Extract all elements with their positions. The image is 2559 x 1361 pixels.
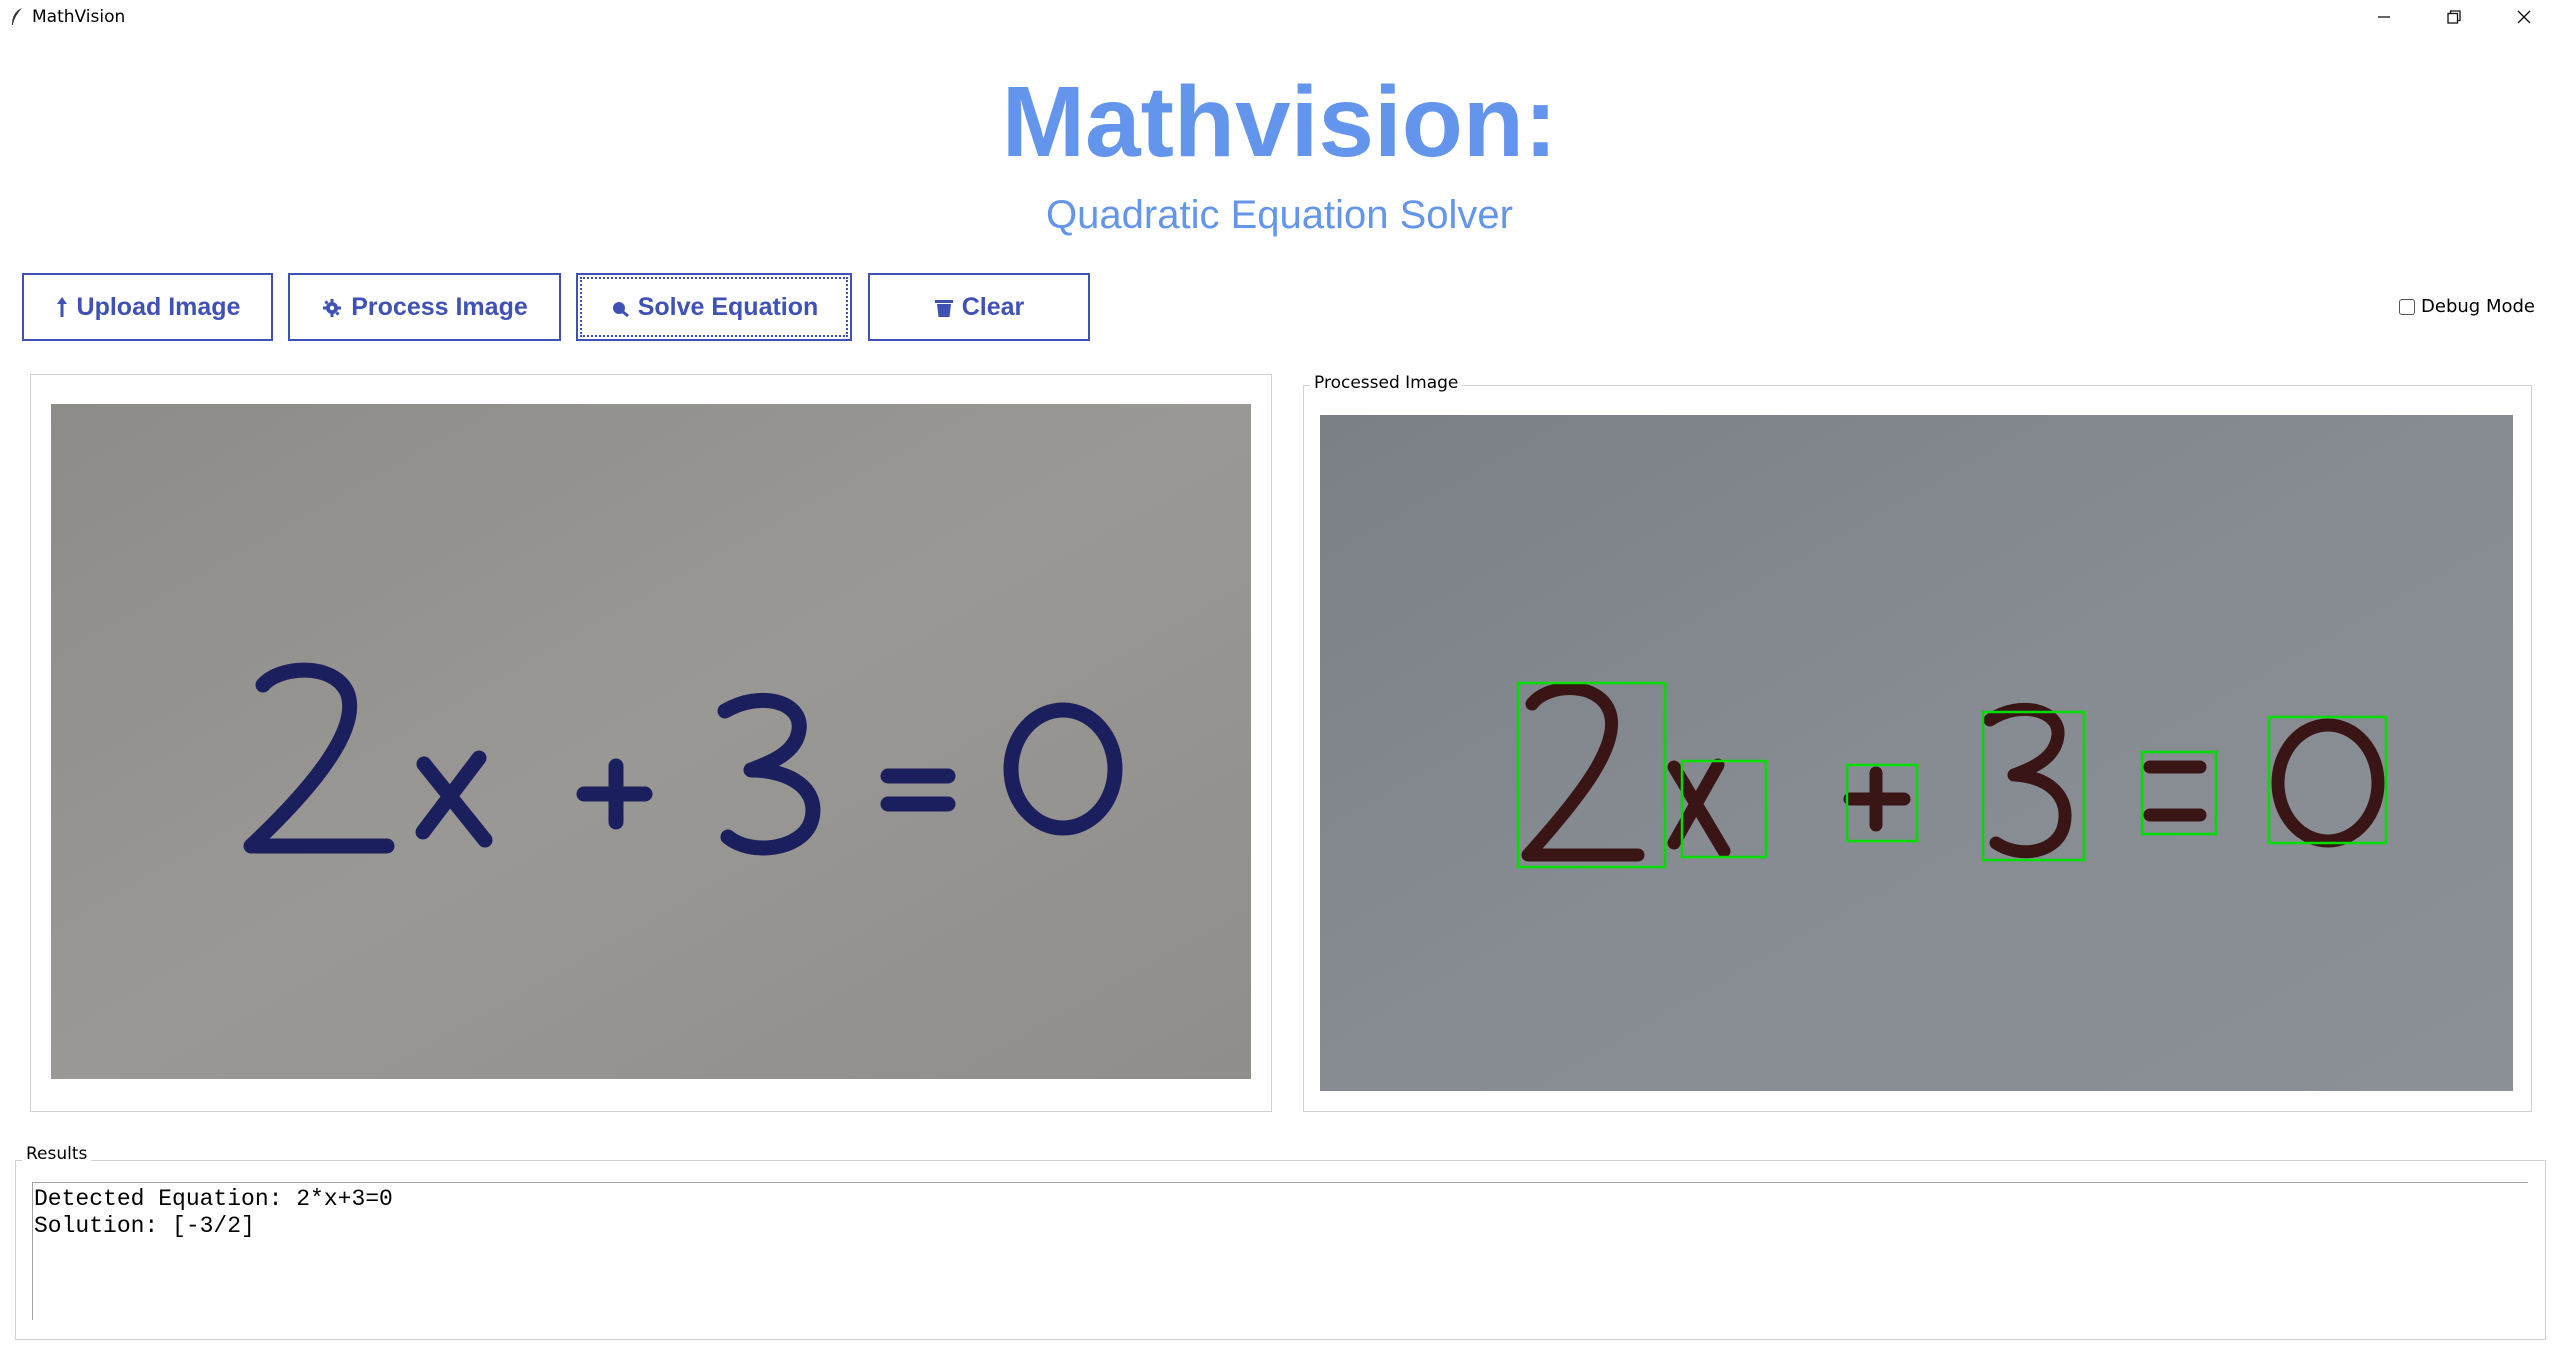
restore-icon [2447, 10, 2461, 24]
magnifier-icon [610, 297, 630, 317]
trash-icon [934, 296, 954, 318]
debug-mode-checkbox[interactable] [2399, 298, 2416, 315]
minimize-icon [2378, 16, 2390, 18]
detected-equation-text: Detected Equation: 2*x+3=0 [34, 1186, 393, 1212]
clear-label: Clear [961, 292, 1025, 321]
restore-button[interactable] [2419, 0, 2489, 34]
window-controls [2349, 0, 2559, 34]
results-textbox[interactable] [32, 1182, 2528, 1320]
clear-button[interactable]: Clear [868, 273, 1090, 341]
process-image-button[interactable]: Process Image [288, 273, 561, 341]
page-title: Mathvision: [1001, 66, 1558, 178]
results-text: Detected Equation: 2*x+3=0 Solution: [-3… [34, 1186, 393, 1240]
solve-equation-button[interactable]: Solve Equation [576, 273, 852, 341]
gear-icon [321, 296, 343, 318]
page-subtitle: Quadratic Equation Solver [1046, 193, 1513, 237]
title-bar: MathVision [0, 0, 2559, 34]
original-image [51, 404, 1251, 1079]
debug-mode-toggle[interactable]: Debug Mode [2399, 296, 2535, 317]
upload-image-button[interactable]: Upload Image [22, 273, 273, 341]
upload-arrow-icon [55, 295, 69, 319]
feather-icon [8, 6, 26, 28]
process-image-label: Process Image [351, 292, 528, 321]
window-title: MathVision [32, 7, 126, 27]
app-window: MathVision Mathvision: Quadratic Equatio… [0, 0, 2559, 1361]
minimize-button[interactable] [2349, 0, 2419, 34]
processed-image [1320, 415, 2513, 1091]
upload-image-label: Upload Image [76, 292, 241, 321]
solution-text: Solution: [-3/2] [34, 1213, 255, 1239]
solve-equation-label: Solve Equation [637, 292, 819, 321]
results-label: Results [22, 1144, 92, 1164]
close-icon [2517, 10, 2531, 24]
close-button[interactable] [2489, 0, 2559, 34]
processed-image-label: Processed Image [1310, 373, 1463, 393]
debug-mode-label: Debug Mode [2421, 296, 2535, 317]
